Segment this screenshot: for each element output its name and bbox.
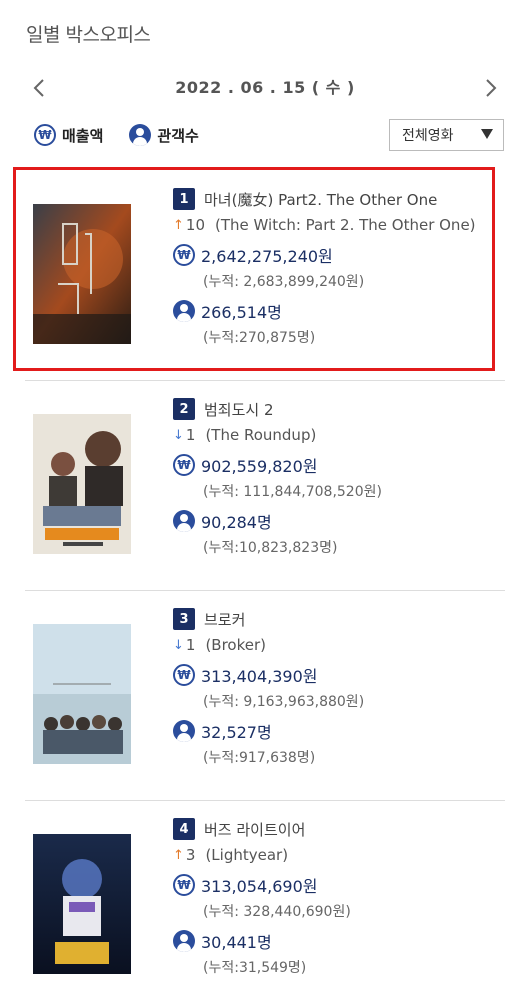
legend-audience: 관객수 (129, 124, 199, 146)
page-title: 일별 박스오피스 (26, 24, 151, 46)
rank-badge: 2 (173, 398, 195, 420)
arrow-up-icon: ↑ (173, 847, 184, 863)
daily-audience: 266,514명 (201, 303, 282, 322)
movie-filter-value: 전체영화 (402, 128, 454, 144)
won-icon: ₩ (173, 454, 195, 476)
daily-sales: 902,559,820원 (201, 457, 318, 476)
won-icon: ₩ (173, 244, 195, 266)
movie-poster[interactable] (33, 204, 131, 344)
divider (25, 590, 505, 591)
caret-down-icon (481, 129, 493, 139)
original-title: (The Roundup) (205, 426, 317, 444)
movie-poster[interactable] (33, 834, 131, 974)
divider (25, 380, 505, 381)
daily-audience: 90,284명 (201, 513, 272, 532)
person-icon (173, 930, 195, 952)
movie-title[interactable]: 마녀(魔女) Part2. The Other One (204, 189, 437, 210)
cumulative-audience: (누적:270,875명) (203, 330, 316, 346)
arrow-down-icon: ↓ (173, 427, 184, 443)
cumulative-sales: (누적: 2,683,899,240원) (203, 274, 365, 290)
won-icon: ₩ (173, 874, 195, 896)
rank-change: 1 (185, 636, 196, 654)
original-title: (The Witch: Part 2. The Other One) (215, 216, 476, 234)
person-icon (173, 720, 195, 742)
movie-title[interactable]: 브로커 (204, 609, 245, 630)
cumulative-sales: (누적: 111,844,708,520원) (203, 484, 382, 500)
movie-poster[interactable] (33, 414, 131, 554)
rank-change: 1 (185, 426, 196, 444)
arrow-down-icon: ↓ (173, 637, 184, 653)
rank-change: 10 (185, 216, 205, 234)
cumulative-audience: (누적:31,549명) (203, 960, 307, 976)
daily-sales: 313,054,690원 (201, 877, 318, 896)
cumulative-audience: (누적:10,823,823명) (203, 540, 338, 556)
cumulative-audience: (누적:917,638명) (203, 750, 316, 766)
daily-audience: 32,527명 (201, 723, 272, 742)
daily-audience: 30,441명 (201, 933, 272, 952)
current-date: 2022 . 06 . 15 ( 수 ) (175, 78, 355, 97)
movie-title[interactable]: 버즈 라이트이어 (204, 819, 305, 840)
audience-label: 관객수 (157, 126, 199, 145)
person-icon (173, 300, 195, 322)
cumulative-sales: (누적: 9,163,963,880원) (203, 694, 365, 710)
rank-change: 3 (185, 846, 196, 864)
rank-badge: 4 (173, 818, 195, 840)
original-title: (Lightyear) (205, 846, 289, 864)
divider (25, 800, 505, 801)
legend-sales: ₩ 매출액 (34, 124, 103, 146)
person-icon (173, 510, 195, 532)
chevron-right-icon[interactable] (482, 78, 500, 98)
daily-sales: 2,642,275,240원 (201, 247, 333, 266)
legend: ₩ 매출액 관객수 (34, 122, 225, 148)
won-icon: ₩ (34, 124, 56, 146)
sales-label: 매출액 (62, 126, 104, 145)
person-icon (129, 124, 152, 146)
rank-badge: 3 (173, 608, 195, 630)
date-navigator: 2022 . 06 . 15 ( 수 ) (0, 70, 530, 104)
rank-badge: 1 (173, 188, 195, 210)
won-icon: ₩ (173, 664, 195, 686)
movie-title[interactable]: 범죄도시 2 (204, 399, 274, 420)
daily-sales: 313,404,390원 (201, 667, 318, 686)
original-title: (Broker) (205, 636, 267, 654)
cumulative-sales: (누적: 328,440,690원) (203, 904, 351, 920)
arrow-up-icon: ↑ (173, 217, 184, 233)
movie-filter-select[interactable]: 전체영화 (389, 119, 504, 151)
movie-poster[interactable] (33, 624, 131, 764)
